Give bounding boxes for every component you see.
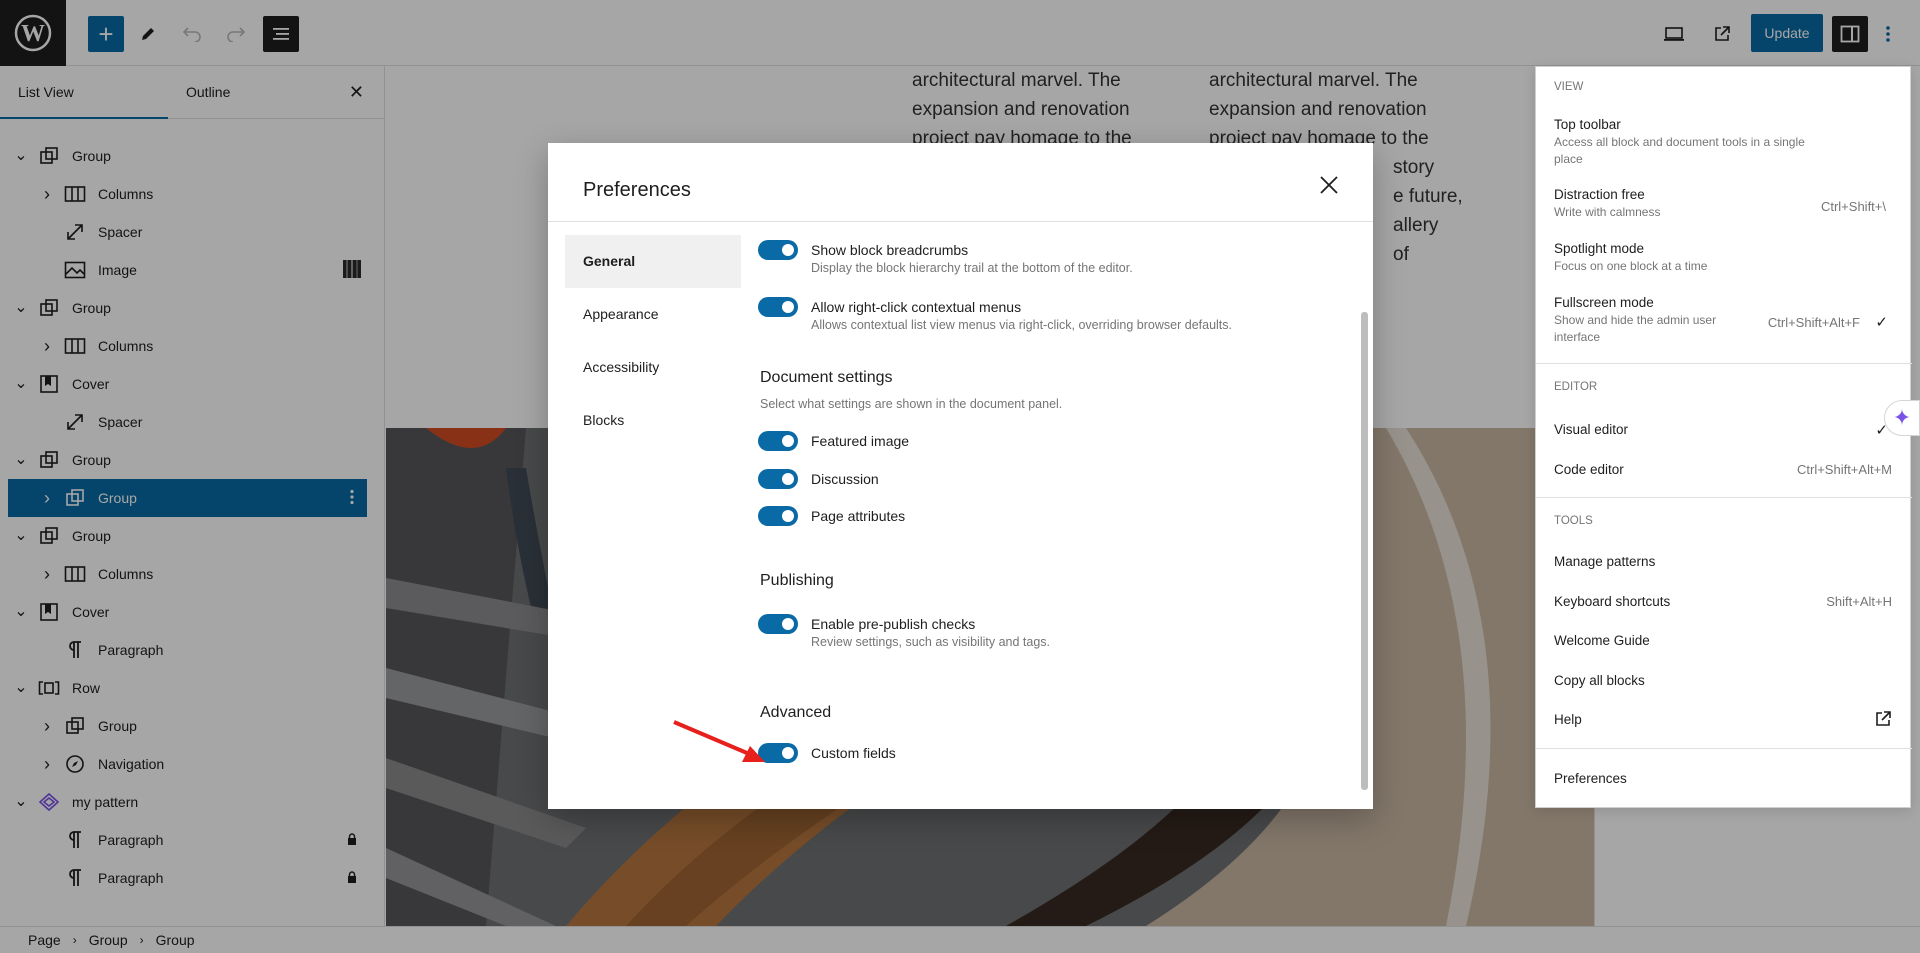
preferences-modal: Preferences General Appearance Accessibi… xyxy=(548,143,1373,809)
menu-item-manage-patterns[interactable]: Manage patterns xyxy=(1554,554,1894,569)
menu-item-preferences[interactable]: Preferences xyxy=(1554,771,1894,786)
menu-heading-editor: EDITOR xyxy=(1554,381,1598,393)
menu-item-label: Top toolbar xyxy=(1554,117,1621,132)
preferences-nav: General Appearance Accessibility Blocks xyxy=(565,235,741,447)
menu-divider xyxy=(1536,363,1912,364)
menu-item-help[interactable]: Help xyxy=(1554,712,1894,727)
modal-title: Preferences xyxy=(583,179,691,201)
pref-prepublish: Enable pre-publish checks Review setting… xyxy=(758,614,1050,650)
page-attributes-toggle[interactable] xyxy=(758,506,798,526)
menu-divider xyxy=(1536,497,1912,498)
discussion-toggle[interactable] xyxy=(758,469,798,489)
menu-item-visual-editor[interactable]: Visual editor xyxy=(1554,422,1894,437)
pref-help: Review settings, such as visibility and … xyxy=(811,635,1050,649)
section-description: Select what settings are shown in the do… xyxy=(760,397,1063,411)
pref-label: Custom fields xyxy=(811,745,896,761)
menu-item-help: Show and hide the admin user interface xyxy=(1554,313,1717,344)
menu-divider xyxy=(1536,748,1912,749)
pref-breadcrumbs: Show block breadcrumbs Display the block… xyxy=(758,240,1133,276)
menu-item-label: Spotlight mode xyxy=(1554,241,1645,256)
pref-label: Featured image xyxy=(811,433,910,449)
menu-heading-view: VIEW xyxy=(1554,81,1584,93)
section-document-settings: Document settings xyxy=(760,369,893,386)
external-link-icon xyxy=(1874,710,1892,732)
menu-item-label: Fullscreen mode xyxy=(1554,295,1654,310)
pref-featured-image: Featured image xyxy=(758,431,909,451)
scrollbar-thumb[interactable] xyxy=(1361,312,1368,790)
options-menu: VIEW Top toolbar Access all block and do… xyxy=(1535,66,1912,808)
prepublish-toggle[interactable] xyxy=(758,614,798,634)
modal-scrollbar[interactable] xyxy=(1358,222,1370,809)
modal-header: Preferences xyxy=(548,143,1373,222)
menu-item-help: Access all block and document tools in a… xyxy=(1554,135,1805,166)
pref-label: Enable pre-publish checks xyxy=(811,616,976,632)
pref-help: Allows contextual list view menus via ri… xyxy=(811,318,1232,332)
pref-help: Display the block hierarchy trail at the… xyxy=(811,261,1133,275)
section-publishing: Publishing xyxy=(760,572,834,589)
pref-label: Show block breadcrumbs xyxy=(811,242,969,258)
tab-blocks[interactable]: Blocks xyxy=(565,394,741,447)
tab-general[interactable]: General xyxy=(565,235,741,288)
tab-accessibility[interactable]: Accessibility xyxy=(565,341,741,394)
featured-image-toggle[interactable] xyxy=(758,431,798,451)
shortcut-keyboard: Shift+Alt+H xyxy=(1826,594,1892,609)
preferences-panel: Show block breadcrumbs Display the block… xyxy=(741,223,1355,809)
pref-custom-fields: Custom fields xyxy=(758,743,896,763)
close-modal-button[interactable] xyxy=(1319,173,1339,199)
menu-item-top-toolbar[interactable]: Top toolbar Access all block and documen… xyxy=(1554,117,1894,168)
section-advanced: Advanced xyxy=(760,704,832,721)
sparkle-icon: ✦ xyxy=(1892,405,1912,430)
rightclick-toggle[interactable] xyxy=(758,297,798,317)
menu-item-copy-all-blocks[interactable]: Copy all blocks xyxy=(1554,673,1894,688)
menu-item-help: Focus on one block at a time xyxy=(1554,259,1708,273)
pref-label: Discussion xyxy=(811,471,879,487)
shortcut-distraction-free: Ctrl+Shift+\ xyxy=(1820,199,1886,214)
annotation-arrow xyxy=(673,720,765,762)
check-icon: ✓ xyxy=(1875,314,1888,331)
menu-item-welcome-guide[interactable]: Welcome Guide xyxy=(1554,633,1894,648)
tab-appearance[interactable]: Appearance xyxy=(565,288,741,341)
breadcrumbs-toggle[interactable] xyxy=(758,240,798,260)
pref-page-attributes: Page attributes xyxy=(758,506,905,526)
pref-label: Allow right-click contextual menus xyxy=(811,299,1022,315)
shortcut-code-editor: Ctrl+Shift+Alt+M xyxy=(1796,462,1892,477)
ai-assistant-button[interactable]: ✦ xyxy=(1884,400,1920,436)
pref-label: Page attributes xyxy=(811,508,906,524)
menu-item-spotlight[interactable]: Spotlight mode Focus on one block at a t… xyxy=(1554,241,1894,275)
pref-discussion: Discussion xyxy=(758,469,879,489)
menu-heading-tools: TOOLS xyxy=(1554,515,1593,527)
shortcut-fullscreen: Ctrl+Shift+Alt+F xyxy=(1767,315,1860,330)
close-icon xyxy=(1320,176,1338,194)
pref-rightclick: Allow right-click contextual menus Allow… xyxy=(758,297,1232,333)
